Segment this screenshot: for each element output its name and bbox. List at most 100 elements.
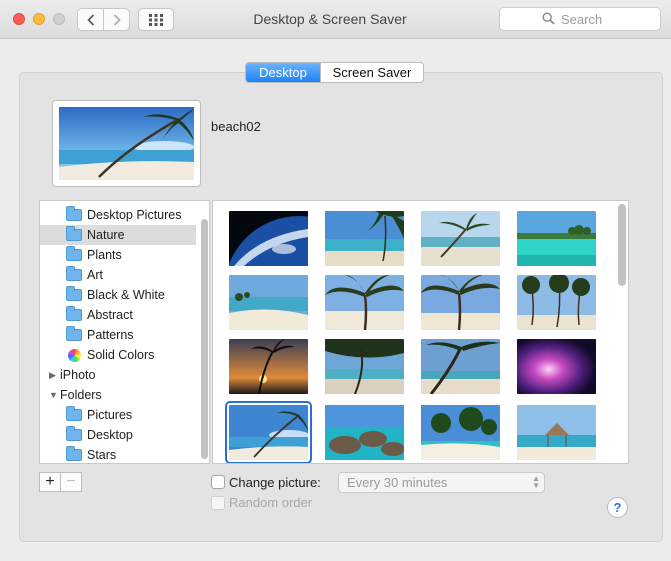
minimize-window-button[interactable] [33,13,45,25]
sidebar-item-desktop-pictures[interactable]: Desktop Pictures [40,205,196,225]
wallpaper-palm-grove[interactable] [517,275,596,330]
search-field[interactable]: Search [499,7,661,31]
sidebar-item-iphoto[interactable]: ▶ iPhoto [40,365,196,385]
folder-icon [66,206,82,221]
sidebar-item-label: iPhoto [60,368,96,382]
random-order-label: Random order [229,495,313,510]
folder-icon [66,286,82,301]
palm-grove-image [517,275,596,330]
wallpaper-rocky-coast[interactable] [325,405,404,460]
lagoon-image [517,211,596,266]
zoom-window-button[interactable] [53,13,65,25]
wallpaper-grid [212,200,629,464]
change-interval-select[interactable]: Every 30 minutes ▲ ▼ [338,472,545,493]
wallpaper-earth-from-space[interactable] [229,211,308,266]
sidebar-item-abstract[interactable]: Abstract [40,305,196,325]
wallpaper-beach-hut[interactable] [517,405,596,460]
leaning-palm-image [421,211,500,266]
chevron-left-icon [86,13,94,26]
wallpaper-beach-shoreline[interactable] [229,275,308,330]
disclosure-right-icon[interactable]: ▶ [49,370,59,381]
sidebar-item-label: Black & White [87,288,165,302]
interval-value: Every 30 minutes [347,475,448,490]
sidebar-item-label: Folders [60,388,102,402]
sidebar-item-patterns[interactable]: Patterns [40,325,196,345]
sidebar-item-plants[interactable]: Plants [40,245,196,265]
folder-icon [66,406,82,421]
scrollbar-thumb[interactable] [618,204,626,286]
folder-icon [66,446,82,461]
wallpaper-palm-island[interactable] [421,405,500,460]
sidebar-item-label: Nature [87,228,125,242]
aurora-image [517,339,596,394]
add-folder-button[interactable]: + [40,473,60,491]
search-placeholder: Search [561,12,603,27]
window-title: Desktop & Screen Saver [253,11,407,27]
beach-hut-image [517,405,596,460]
random-order-checkbox[interactable] [211,496,225,510]
grid-icon [149,13,163,26]
source-list-scrollbar[interactable] [199,201,210,463]
wallpaper-palm-fronds-beach[interactable] [325,275,404,330]
window-titlebar: Desktop & Screen Saver Search [0,0,671,39]
tab-bar: Desktop Screen Saver [245,62,424,83]
scrollbar-thumb[interactable] [201,219,208,459]
sidebar-item-solid-colors[interactable]: Solid Colors [40,345,196,365]
sidebar-item-folders[interactable]: ▼ Folders [40,385,196,405]
sidebar-item-stars[interactable]: Stars [40,445,196,463]
navigation-buttons [77,8,130,31]
sidebar-item-pictures[interactable]: Pictures [40,405,196,425]
wallpaper-turquoise-lagoon[interactable] [517,211,596,266]
current-picture-preview [52,100,201,187]
sidebar-item-label: Plants [87,248,122,262]
disclosure-down-icon[interactable]: ▼ [49,390,59,400]
wallpaper-palm-shade-beach[interactable] [325,339,404,394]
wallpaper-leaning-palm-beach[interactable] [421,211,500,266]
sidebar-item-label: Patterns [87,328,134,342]
palm-shade-image [325,339,404,394]
tropical-shore-image [325,211,404,266]
current-picture-name: beach02 [211,119,261,134]
sidebar-item-label: Art [87,268,103,282]
search-icon [542,12,555,25]
sidebar-item-art[interactable]: Art [40,265,196,285]
sidebar-item-label: Pictures [87,408,133,422]
sidebar-item-label: Desktop Pictures [87,208,182,222]
tab-desktop[interactable]: Desktop [246,63,320,82]
add-remove-buttons: + − [39,472,82,492]
close-window-button[interactable] [13,13,25,25]
tab-screen-saver[interactable]: Screen Saver [320,63,423,82]
updown-arrows-icon: ▲ ▼ [532,474,540,490]
source-list: Desktop Pictures Nature Plants Art Black… [39,200,210,464]
wallpaper-palm-fronds-beach-2[interactable] [421,275,500,330]
wallpaper-beach02[interactable] [225,401,312,463]
sidebar-item-label: Abstract [87,308,133,322]
folder-icon [66,226,82,241]
change-picture-checkbox[interactable] [211,475,225,489]
palm-island-image [421,405,500,460]
back-button[interactable] [78,9,103,30]
color-wheel-icon [68,348,81,362]
beach02-image [229,405,308,460]
sidebar-item-nature[interactable]: Nature [40,225,196,245]
sidebar-item-desktop[interactable]: Desktop [40,425,196,445]
change-picture-label: Change picture: [229,475,321,490]
sunset-image [229,339,308,394]
wallpaper-palm-trunk-beach[interactable] [421,339,500,394]
sidebar-item-label: Stars [87,448,117,462]
help-button[interactable]: ? [607,497,628,518]
forward-button[interactable] [103,9,129,30]
remove-folder-button[interactable]: − [60,473,81,491]
palm-fronds-image [325,275,404,330]
wallpaper-palm-sunset[interactable] [229,339,308,394]
wallpaper-tropical-shore[interactable] [325,211,404,266]
palm-trunk-image [421,339,500,394]
folder-icon [66,426,82,441]
wallpaper-purple-aurora[interactable] [517,339,596,394]
rocky-coast-image [325,405,404,460]
shoreline-image [229,275,308,330]
sidebar-item-black-white[interactable]: Black & White [40,285,196,305]
folder-icon [66,266,82,281]
folder-icon [66,246,82,261]
show-all-button[interactable] [138,8,174,31]
